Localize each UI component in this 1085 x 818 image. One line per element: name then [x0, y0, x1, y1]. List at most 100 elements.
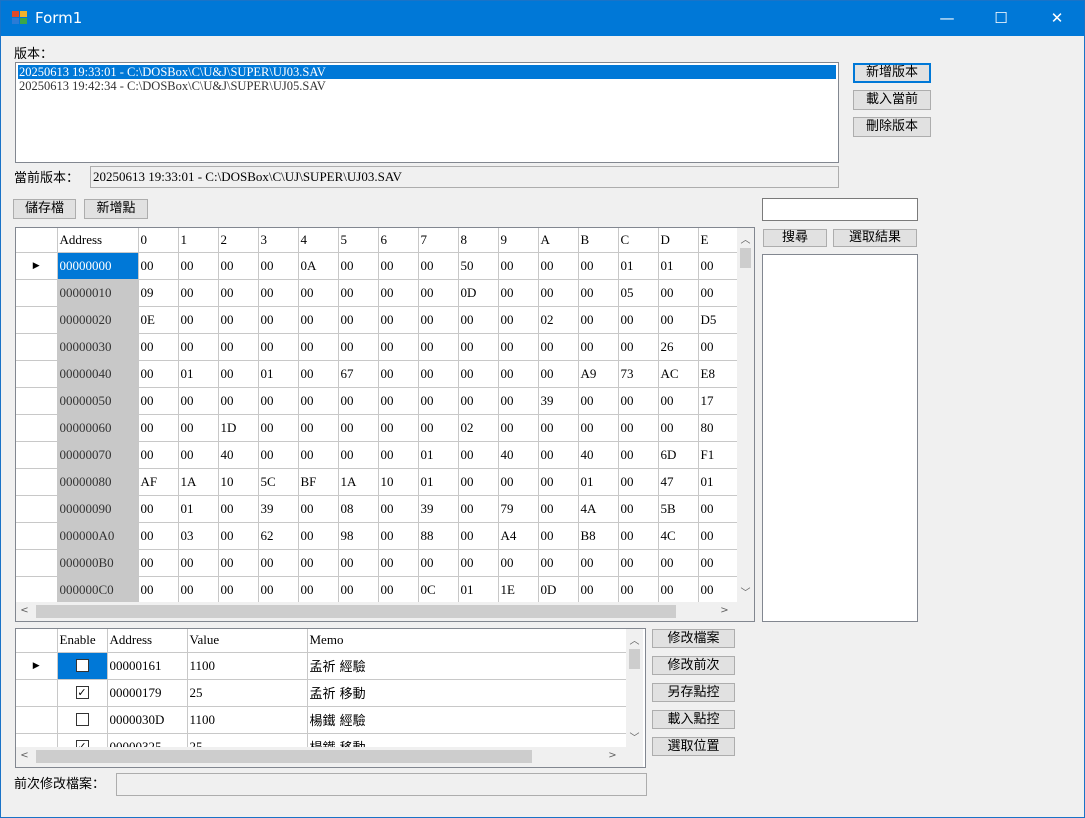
delete-version-button[interactable]: 刪除版本: [853, 117, 931, 137]
hex-byte-cell[interactable]: 00: [218, 495, 259, 523]
hex-byte-cell[interactable]: 00: [218, 387, 259, 415]
hex-byte-cell[interactable]: 00: [498, 306, 539, 334]
hex-byte-cell[interactable]: 01: [258, 360, 299, 388]
hex-byte-cell[interactable]: 01: [458, 576, 499, 604]
hex-header-5[interactable]: 5: [338, 228, 379, 253]
hex-address-cell[interactable]: 00000030: [57, 333, 139, 361]
version-listbox[interactable]: 20250613 19:33:01 - C:\DOSBox\C\U&J\SUPE…: [15, 62, 839, 163]
hex-byte-cell[interactable]: 00: [178, 252, 219, 280]
hex-byte-cell[interactable]: 00: [298, 522, 339, 550]
hex-byte-cell[interactable]: 00: [138, 522, 179, 550]
enable-checkbox[interactable]: [75, 659, 89, 672]
hex-byte-cell[interactable]: 00: [218, 279, 259, 307]
hex-byte-cell[interactable]: AF: [138, 468, 179, 496]
hex-byte-cell[interactable]: 00: [138, 549, 179, 577]
hex-byte-cell[interactable]: 00: [498, 252, 539, 280]
hex-vertical-scrollbar[interactable]: ︿ ﹀: [737, 228, 754, 602]
hex-byte-cell[interactable]: 00: [218, 360, 259, 388]
scroll-up-icon[interactable]: ︿: [626, 632, 643, 647]
hex-byte-cell[interactable]: 00: [498, 414, 539, 442]
hex-byte-cell[interactable]: 17: [698, 387, 739, 415]
hex-byte-cell[interactable]: 00: [578, 576, 619, 604]
hex-byte-cell[interactable]: 00: [338, 279, 379, 307]
row-header[interactable]: [16, 706, 58, 734]
enable-cell[interactable]: [57, 706, 108, 734]
cheat-vertical-thumb[interactable]: [629, 649, 640, 669]
hex-byte-cell[interactable]: 01: [698, 468, 739, 496]
hex-byte-cell[interactable]: 0C: [418, 576, 459, 604]
hex-byte-cell[interactable]: 00: [338, 576, 379, 604]
hex-byte-cell[interactable]: 00: [258, 414, 299, 442]
hex-byte-cell[interactable]: 1E: [498, 576, 539, 604]
hex-byte-cell[interactable]: 00: [338, 441, 379, 469]
hex-byte-cell[interactable]: 00: [338, 414, 379, 442]
hex-header-d[interactable]: D: [658, 228, 699, 253]
hex-byte-cell[interactable]: 88: [418, 522, 459, 550]
hex-byte-cell[interactable]: 00: [138, 495, 179, 523]
hex-byte-cell[interactable]: 00: [618, 468, 659, 496]
hex-byte-cell[interactable]: 00: [458, 333, 499, 361]
hex-byte-cell[interactable]: 00: [298, 360, 339, 388]
hex-byte-cell[interactable]: 00: [298, 306, 339, 334]
hex-byte-cell[interactable]: 47: [658, 468, 699, 496]
previous-file-field[interactable]: [116, 773, 647, 796]
cheat-address-cell[interactable]: 00000161: [107, 652, 188, 680]
hex-byte-cell[interactable]: 00: [218, 549, 259, 577]
hex-grid[interactable]: Address 0 1 2 3 4 5 6 7 8 9 A B C D E ▶ …: [15, 227, 755, 622]
hex-byte-cell[interactable]: D5: [698, 306, 739, 334]
hex-byte-cell[interactable]: 50: [458, 252, 499, 280]
hex-address-cell[interactable]: 00000020: [57, 306, 139, 334]
select-result-button[interactable]: 選取結果: [833, 229, 917, 247]
hex-byte-cell[interactable]: 00: [378, 549, 419, 577]
search-results-listbox[interactable]: [762, 254, 918, 622]
hex-byte-cell[interactable]: 00: [538, 468, 579, 496]
hex-byte-cell[interactable]: 00: [378, 522, 419, 550]
search-button[interactable]: 搜尋: [763, 229, 827, 247]
hex-address-cell[interactable]: 00000050: [57, 387, 139, 415]
cheat-header-address[interactable]: Address: [107, 629, 188, 653]
hex-byte-cell[interactable]: 00: [538, 441, 579, 469]
hex-byte-cell[interactable]: 10: [218, 468, 259, 496]
hex-byte-cell[interactable]: 39: [258, 495, 299, 523]
hex-row[interactable]: 00000080 AF 1A 10 5C BF 1A 10 01 00 00 00 01 00 47 01: [16, 468, 739, 496]
hex-byte-cell[interactable]: 03: [178, 522, 219, 550]
hex-address-cell[interactable]: 00000080: [57, 468, 139, 496]
hex-byte-cell[interactable]: 00: [298, 387, 339, 415]
hex-byte-cell[interactable]: 00: [378, 279, 419, 307]
hex-byte-cell[interactable]: 00: [338, 333, 379, 361]
hex-byte-cell[interactable]: 00: [458, 495, 499, 523]
cheat-header-memo[interactable]: Memo: [307, 629, 628, 653]
hex-byte-cell[interactable]: 00: [418, 252, 459, 280]
hex-row[interactable]: 00000010 09 00 00 00 00 00 00 00 0D 00 00 00 05 00 00: [16, 279, 739, 307]
close-button[interactable]: ✕: [1034, 1, 1080, 36]
hex-byte-cell[interactable]: 00: [258, 387, 299, 415]
hex-byte-cell[interactable]: 0A: [298, 252, 339, 280]
hex-address-cell[interactable]: 00000010: [57, 279, 139, 307]
row-header[interactable]: [16, 495, 58, 523]
hex-byte-cell[interactable]: B8: [578, 522, 619, 550]
hex-byte-cell[interactable]: 00: [658, 279, 699, 307]
cheat-address-cell[interactable]: 0000030D: [107, 706, 188, 734]
hex-byte-cell[interactable]: 00: [138, 252, 179, 280]
hex-byte-cell[interactable]: BF: [298, 468, 339, 496]
hex-byte-cell[interactable]: 00: [538, 522, 579, 550]
hex-header-a[interactable]: A: [538, 228, 579, 253]
hex-byte-cell[interactable]: 00: [618, 414, 659, 442]
hex-byte-cell[interactable]: 00: [498, 333, 539, 361]
hex-byte-cell[interactable]: 00: [498, 360, 539, 388]
row-header[interactable]: [16, 468, 58, 496]
cheat-grid[interactable]: Enable Address Value Memo ▶ 00000161 1100 孟…: [15, 628, 646, 768]
hex-byte-cell[interactable]: 4A: [578, 495, 619, 523]
hex-byte-cell[interactable]: 01: [418, 441, 459, 469]
hex-header-c[interactable]: C: [618, 228, 659, 253]
enable-checkbox-checked[interactable]: ✓: [75, 686, 89, 699]
hex-byte-cell[interactable]: 79: [498, 495, 539, 523]
scroll-left-icon[interactable]: <: [16, 605, 33, 616]
hex-header-1[interactable]: 1: [178, 228, 219, 253]
hex-byte-cell[interactable]: 00: [458, 522, 499, 550]
modify-file-button[interactable]: 修改檔案: [652, 629, 735, 648]
hex-horizontal-thumb[interactable]: [36, 605, 676, 618]
hex-byte-cell[interactable]: 00: [618, 387, 659, 415]
hex-header-e[interactable]: E: [698, 228, 739, 253]
hex-header-2[interactable]: 2: [218, 228, 259, 253]
